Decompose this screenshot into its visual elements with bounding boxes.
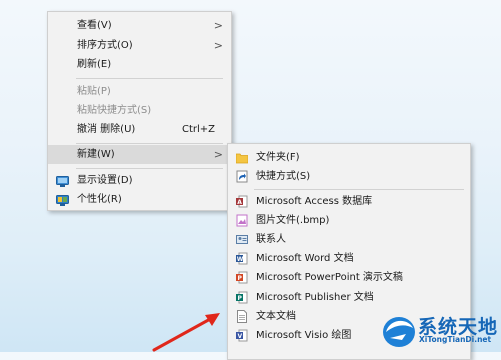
chevron-right-icon: >: [213, 19, 223, 32]
bmp-icon: [236, 214, 248, 227]
submenu-item-contact[interactable]: 联系人: [228, 230, 470, 249]
menu-separator: [76, 143, 223, 144]
red-arrow-annotation: [152, 313, 220, 352]
menu-item-new[interactable]: 新建(W) >: [48, 145, 231, 164]
menu-item-view[interactable]: 查看(V) >: [48, 16, 231, 35]
contact-icon: [236, 233, 248, 246]
word-icon: W: [236, 252, 248, 265]
menu-item-display-settings[interactable]: 显示设置(D): [48, 171, 231, 190]
menu-separator: [254, 189, 464, 190]
svg-text:W: W: [237, 256, 244, 263]
menu-separator: [76, 168, 223, 169]
chevron-right-icon: >: [213, 39, 223, 52]
menu-item-sort-by[interactable]: 排序方式(O) >: [48, 36, 231, 55]
submenu-item-publisher[interactable]: P Microsoft Publisher 文档: [228, 288, 470, 307]
menu-item-refresh[interactable]: 刷新(E): [48, 55, 231, 74]
submenu-item-powerpoint[interactable]: P Microsoft PowerPoint 演示文稿: [228, 268, 470, 287]
menu-item-undo-delete[interactable]: 撤消 删除(U) Ctrl+Z: [48, 120, 231, 139]
powerpoint-icon: P: [236, 271, 248, 284]
desktop-context-menu: 查看(V) > 排序方式(O) > 刷新(E) 粘贴(P) 粘贴快捷方式(S) …: [47, 11, 232, 211]
submenu-item-word[interactable]: W Microsoft Word 文档: [228, 249, 470, 268]
access-icon: A: [236, 195, 248, 208]
submenu-item-folder[interactable]: 文件夹(F): [228, 148, 470, 167]
svg-text:P: P: [238, 295, 243, 302]
visio-icon: V: [236, 329, 248, 342]
text-document-icon: [236, 310, 248, 323]
menu-item-personalize[interactable]: 个性化(R): [48, 190, 231, 209]
svg-text:P: P: [238, 275, 243, 282]
folder-icon: [235, 151, 249, 164]
logo-emblem-icon: [383, 317, 415, 347]
submenu-item-access[interactable]: A Microsoft Access 数据库: [228, 192, 470, 211]
display-icon: [56, 175, 69, 187]
undo-shortcut: Ctrl+Z: [181, 124, 215, 135]
menu-separator: [76, 78, 223, 79]
menu-item-paste-shortcut: 粘贴快捷方式(S): [77, 105, 152, 116]
personalize-icon: [56, 194, 69, 206]
svg-text:V: V: [238, 333, 243, 340]
svg-text:A: A: [237, 199, 242, 206]
submenu-item-bmp[interactable]: 图片文件(.bmp): [228, 211, 470, 230]
menu-item-paste: 粘贴(P): [77, 86, 111, 97]
chevron-right-icon: >: [213, 148, 223, 161]
publisher-icon: P: [236, 291, 248, 304]
submenu-item-shortcut[interactable]: 快捷方式(S): [228, 167, 470, 186]
watermark-logo: 系统天地 XiTongTianDi.net: [378, 308, 501, 352]
watermark-url: XiTongTianDi.net: [419, 335, 492, 344]
shortcut-icon: [236, 170, 248, 183]
